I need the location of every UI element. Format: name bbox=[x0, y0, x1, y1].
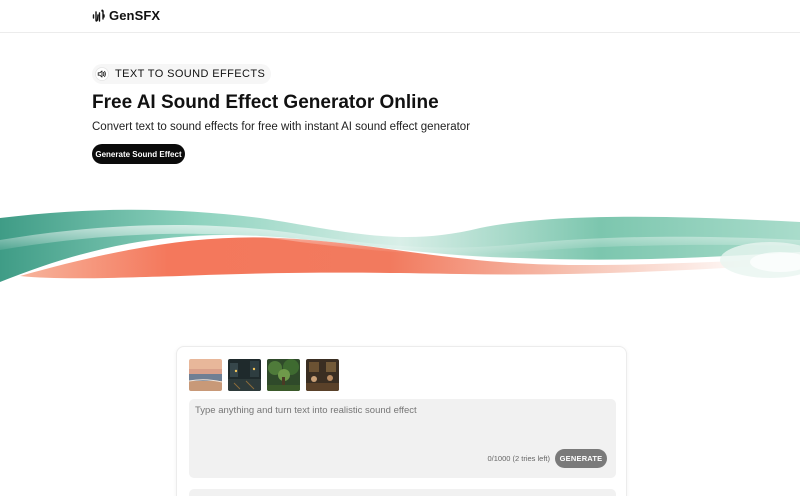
secondary-field[interactable] bbox=[189, 489, 616, 496]
brand-name: GenSFX bbox=[109, 8, 161, 23]
prompt-area: 0/1000 (2 tries left) GENERATE bbox=[189, 399, 616, 478]
character-counter: 0/1000 (2 tries left) bbox=[487, 454, 550, 463]
page-title: Free AI Sound Effect Generator Online bbox=[92, 92, 439, 113]
beach-sunset-thumbnail[interactable] bbox=[189, 359, 222, 391]
waveform-icon bbox=[92, 9, 105, 22]
generator-card: 0/1000 (2 tries left) GENERATE bbox=[176, 346, 627, 496]
category-tag: TEXT TO SOUND EFFECTS bbox=[92, 64, 272, 84]
brand-logo-link[interactable]: GenSFX bbox=[92, 8, 160, 23]
speaker-icon bbox=[95, 67, 109, 81]
generate-button[interactable]: GENERATE bbox=[555, 449, 607, 468]
page: GenSFX TEXT TO SOUND EFFECTS Free AI Sou… bbox=[0, 0, 800, 496]
forest-thumbnail[interactable] bbox=[267, 359, 300, 391]
prompt-input[interactable] bbox=[189, 399, 616, 447]
wave-banner-image bbox=[0, 209, 800, 282]
generate-sound-effect-button[interactable]: Generate Sound Effect bbox=[92, 144, 185, 164]
top-bar: GenSFX bbox=[0, 0, 800, 33]
rainy-city-night-thumbnail[interactable] bbox=[228, 359, 261, 391]
category-tag-label: TEXT TO SOUND EFFECTS bbox=[115, 68, 266, 80]
cafe-interior-thumbnail[interactable] bbox=[306, 359, 339, 391]
page-subtitle: Convert text to sound effects for free w… bbox=[92, 121, 471, 133]
preset-thumbnails bbox=[189, 359, 339, 391]
